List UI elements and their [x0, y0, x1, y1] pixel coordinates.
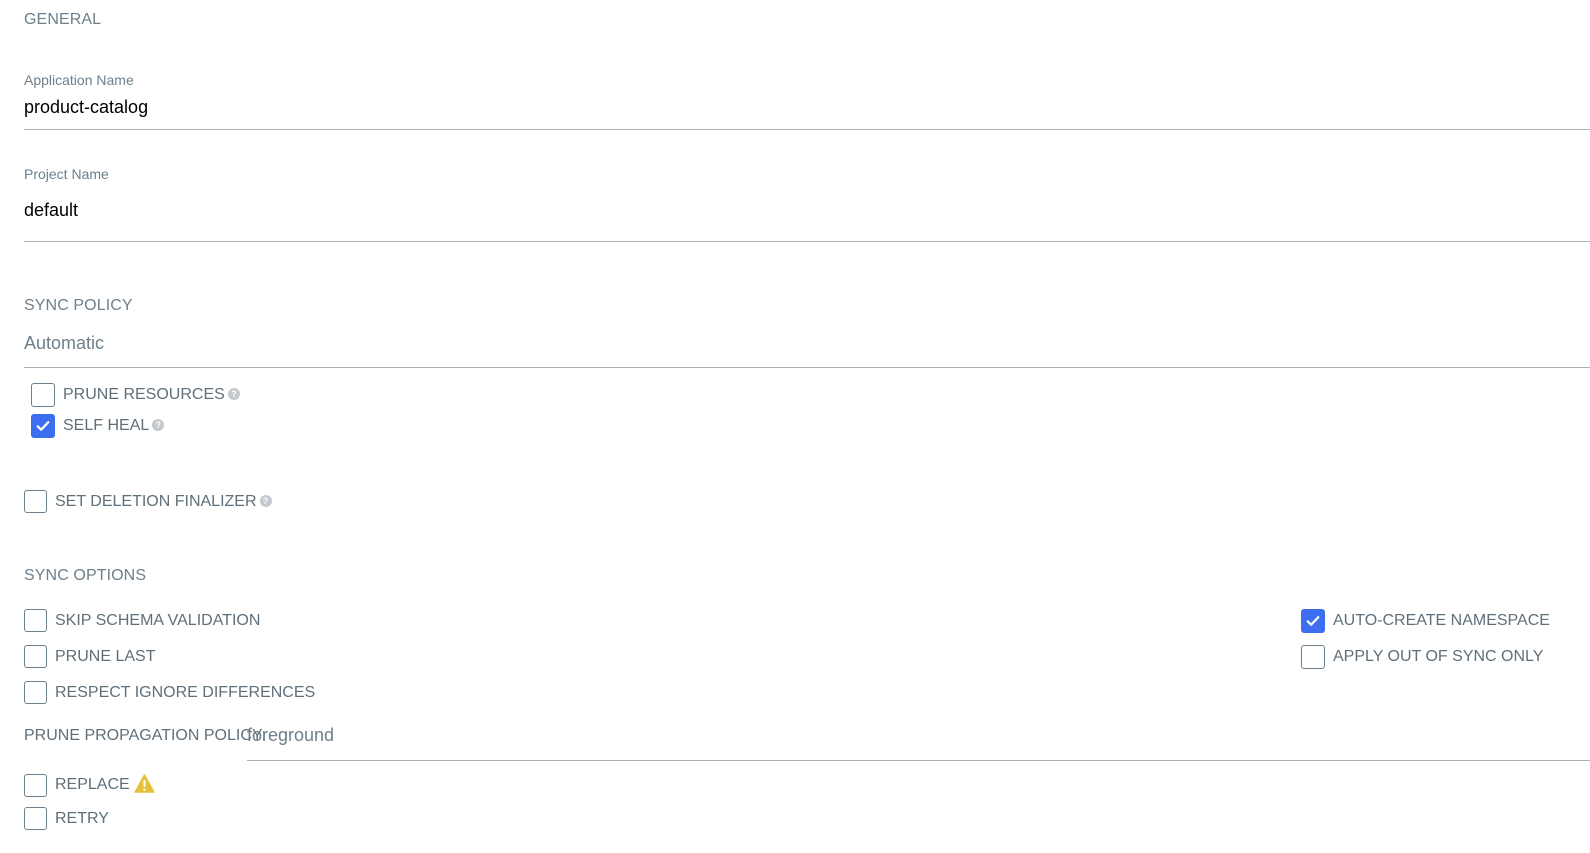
- prune-resources-checkbox[interactable]: [31, 383, 55, 407]
- auto-create-namespace-option[interactable]: AUTO-CREATE NAMESPACE: [1301, 609, 1550, 633]
- warning-icon: [134, 774, 155, 798]
- question-circle-icon[interactable]: ?: [259, 494, 272, 507]
- retry-label: RETRY: [55, 809, 109, 827]
- project-name-label: Project Name: [24, 166, 109, 182]
- general-section-title: GENERAL: [24, 11, 102, 28]
- skip-schema-validation-checkbox[interactable]: [24, 609, 47, 632]
- respect-ignore-differences-option[interactable]: RESPECT IGNORE DIFFERENCES: [24, 681, 315, 704]
- replace-label: REPLACE: [55, 776, 130, 793]
- apply-out-of-sync-only-option[interactable]: APPLY OUT OF SYNC ONLY: [1301, 645, 1543, 669]
- retry-option[interactable]: RETRY: [24, 807, 109, 830]
- application-name-underline: [24, 129, 1590, 130]
- prune-last-checkbox[interactable]: [24, 645, 47, 668]
- sync-policy-section-title: SYNC POLICY: [24, 297, 133, 314]
- set-deletion-finalizer-option[interactable]: SET DELETION FINALIZER ?: [24, 490, 272, 513]
- self-heal-label: SELF HEAL: [63, 417, 150, 434]
- replace-checkbox[interactable]: [24, 773, 47, 797]
- auto-create-namespace-label: AUTO-CREATE NAMESPACE: [1333, 612, 1550, 629]
- self-heal-checkbox[interactable]: [31, 414, 55, 438]
- question-circle-icon[interactable]: ?: [227, 388, 240, 400]
- skip-schema-validation-label: SKIP SCHEMA VALIDATION: [55, 611, 261, 629]
- skip-schema-validation-option[interactable]: SKIP SCHEMA VALIDATION: [24, 609, 260, 632]
- respect-ignore-differences-checkbox[interactable]: [24, 681, 47, 704]
- apply-out-of-sync-only-label: APPLY OUT OF SYNC ONLY: [1333, 648, 1544, 665]
- prune-last-label: PRUNE LAST: [55, 647, 156, 665]
- prune-resources-label: PRUNE RESOURCES: [63, 386, 225, 403]
- sync-policy-select[interactable]: Automatic: [24, 333, 1568, 354]
- sync-policy-underline: [24, 367, 1590, 368]
- application-name-label: Application Name: [24, 72, 134, 88]
- retry-checkbox[interactable]: [24, 807, 47, 830]
- prune-resources-option[interactable]: PRUNE RESOURCES ?: [31, 383, 240, 407]
- prune-propagation-policy-underline: [247, 760, 1590, 761]
- set-deletion-finalizer-label: SET DELETION FINALIZER: [55, 492, 257, 510]
- application-name-input[interactable]: product-catalog: [24, 97, 1568, 118]
- set-deletion-finalizer-checkbox[interactable]: [24, 490, 47, 513]
- project-name-select[interactable]: default: [24, 200, 1568, 221]
- question-circle-icon[interactable]: ?: [152, 419, 165, 431]
- auto-create-namespace-checkbox[interactable]: [1301, 609, 1325, 633]
- respect-ignore-differences-label: RESPECT IGNORE DIFFERENCES: [55, 683, 316, 701]
- apply-out-of-sync-only-checkbox[interactable]: [1301, 645, 1325, 669]
- sync-options-section-title: SYNC OPTIONS: [24, 567, 147, 584]
- replace-option[interactable]: REPLACE: [24, 773, 155, 797]
- project-name-underline: [24, 241, 1590, 242]
- self-heal-option[interactable]: SELF HEAL ?: [31, 414, 165, 438]
- prune-propagation-policy-label: PRUNE PROPAGATION POLICY:: [24, 727, 267, 744]
- prune-propagation-policy-select[interactable]: foreground: [247, 725, 1567, 746]
- prune-last-option[interactable]: PRUNE LAST: [24, 645, 155, 668]
